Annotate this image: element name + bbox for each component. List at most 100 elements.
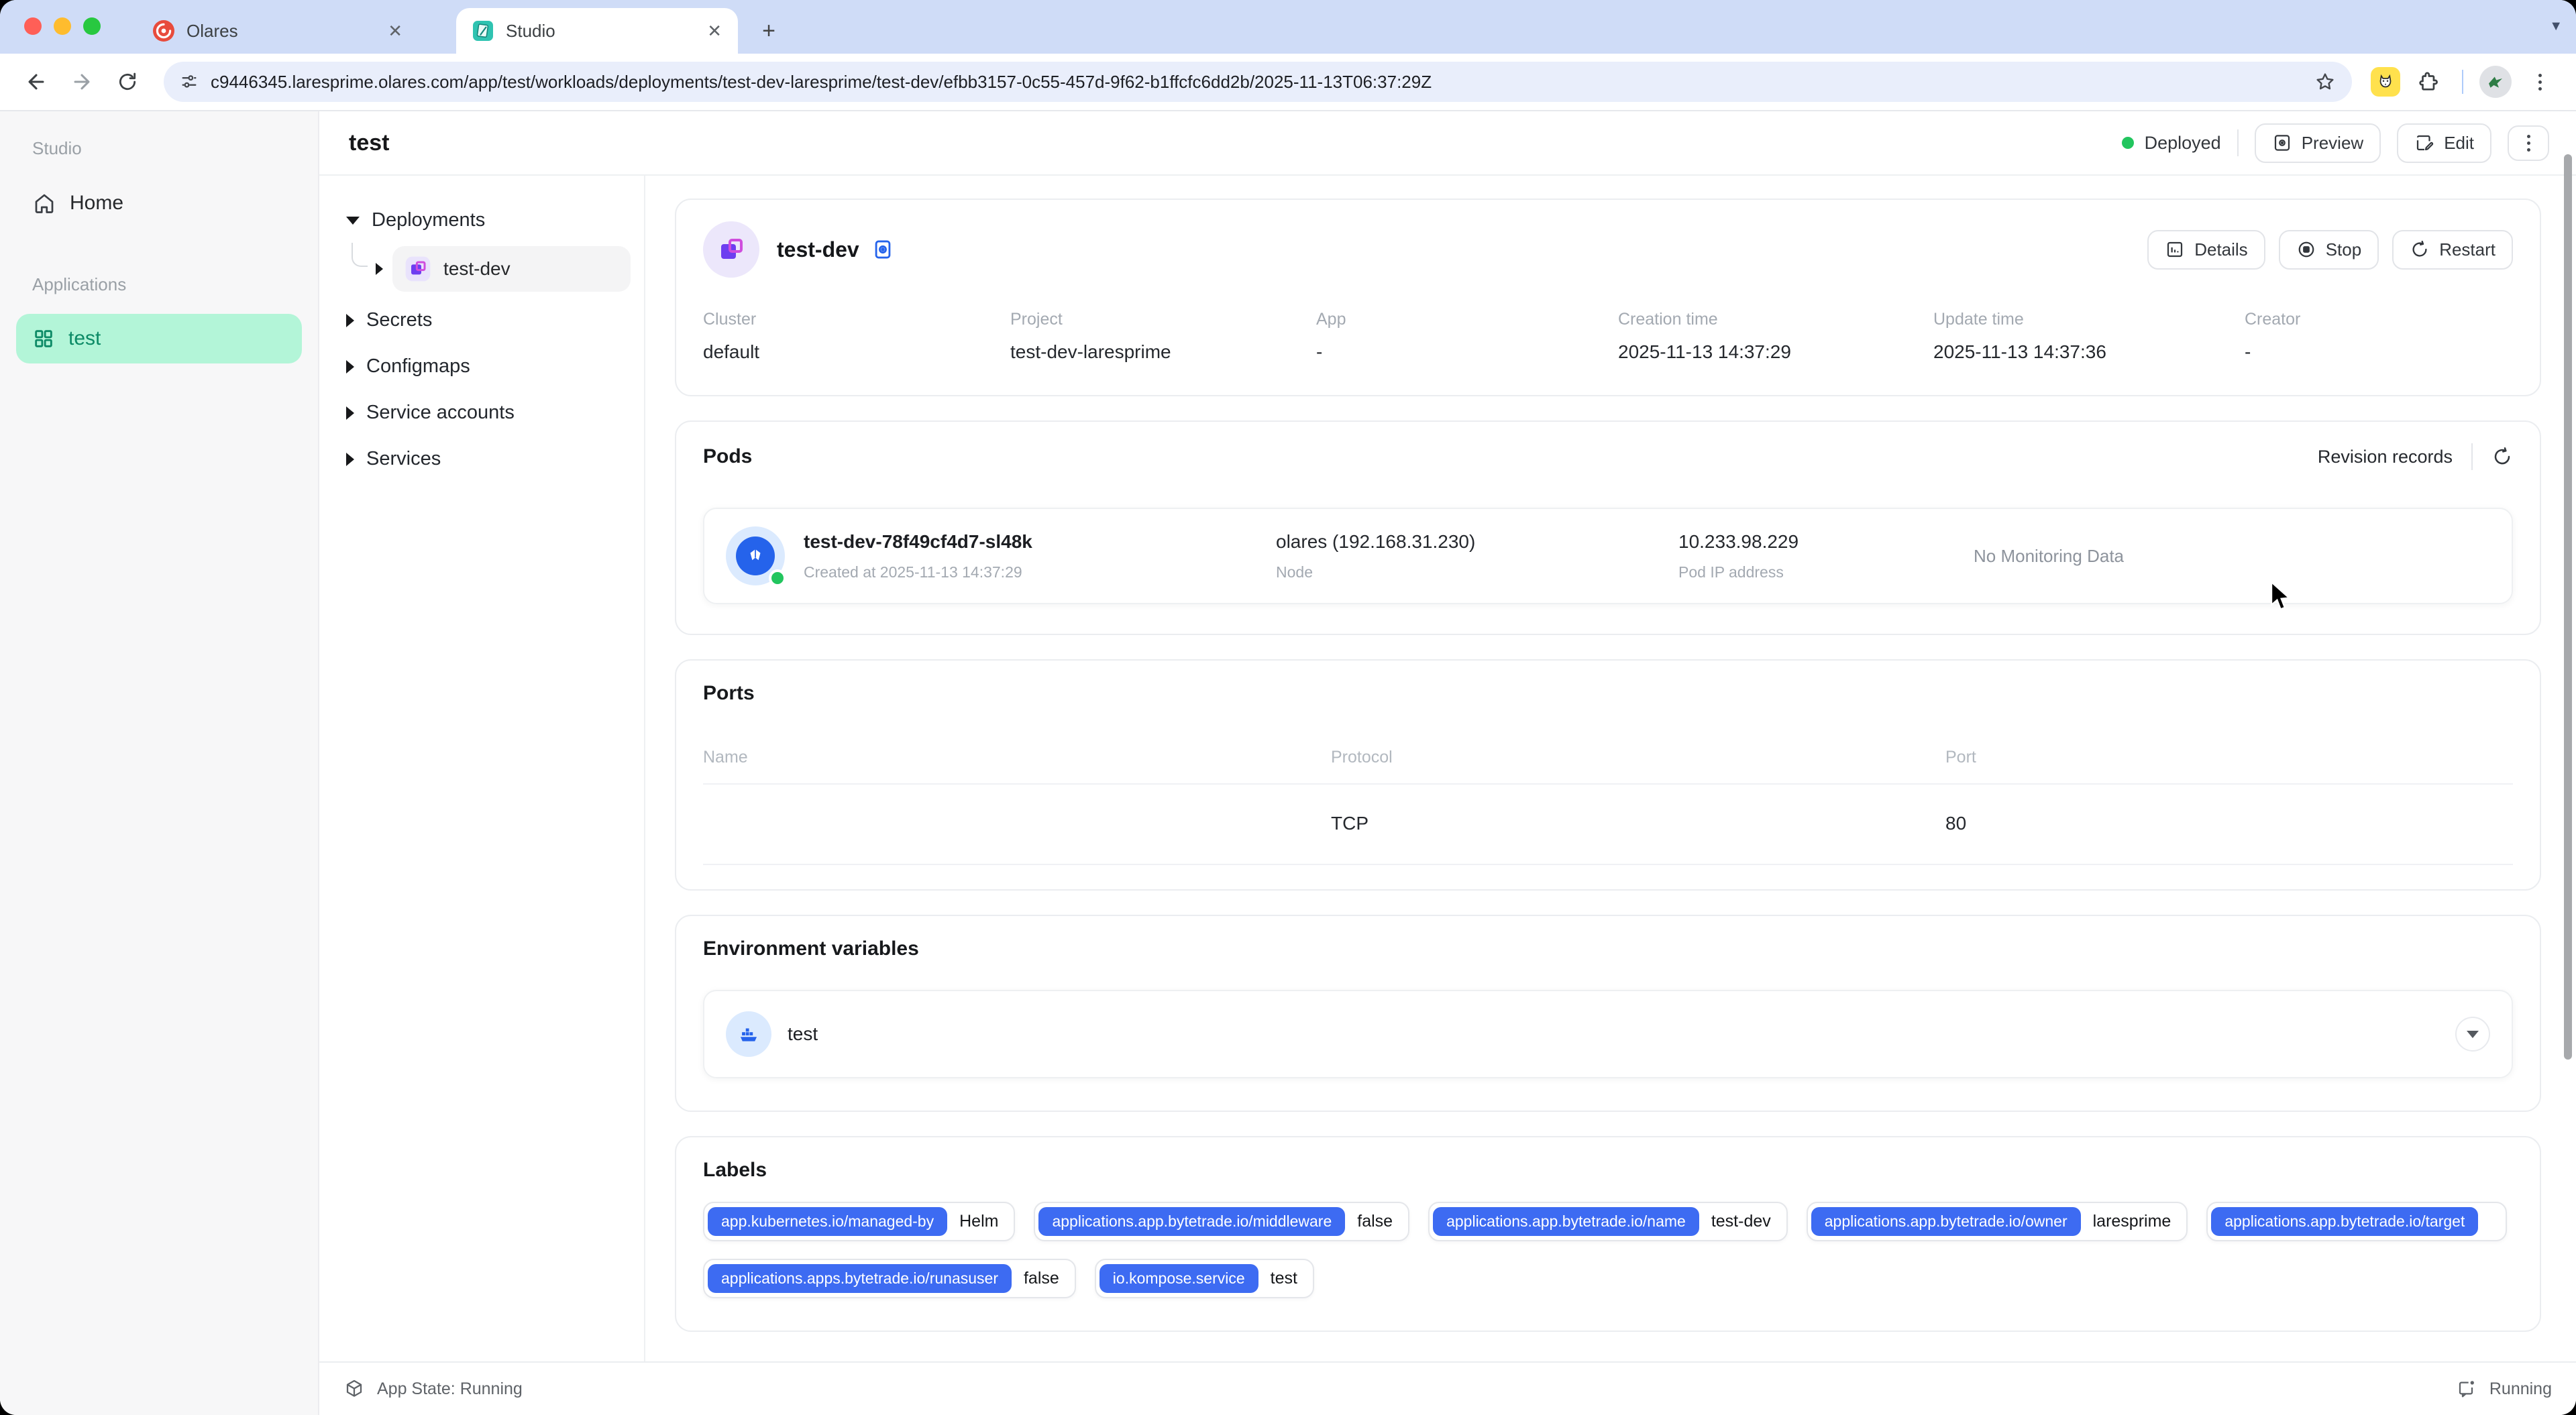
scrollbar-thumb[interactable] <box>2564 154 2572 1060</box>
monitor-preview-icon[interactable] <box>871 238 894 261</box>
tree-item-test-dev[interactable]: test-dev <box>392 246 631 292</box>
meta-value: 2025-11-13 14:37:36 <box>1933 341 2245 363</box>
forward-icon[interactable] <box>64 64 99 99</box>
extension-dog-icon[interactable] <box>2371 67 2400 97</box>
tab-bar: Olares ✕ Studio ✕ + ▼ <box>0 0 2576 54</box>
deployment-app-icon <box>405 256 431 282</box>
sidebar-item-test-app[interactable]: test <box>16 314 302 363</box>
label-chip: app.kubernetes.io/managed-byHelm <box>703 1202 1015 1241</box>
pod-monitoring-status: No Monitoring Data <box>1974 546 2124 567</box>
meta-label: Cluster <box>703 310 1010 329</box>
mouse-cursor <box>2270 581 2293 613</box>
pod-created: Created at 2025-11-13 14:37:29 <box>804 563 1276 581</box>
deployment-app-icon <box>715 233 747 266</box>
deployment-avatar <box>703 221 759 278</box>
tab-title: Studio <box>506 21 695 42</box>
tree-item-services[interactable]: Services <box>335 436 631 482</box>
caret-right-icon[interactable] <box>346 314 354 327</box>
tree-item-deployments[interactable]: Deployments <box>335 197 631 243</box>
close-tab-icon[interactable]: ✕ <box>388 22 402 40</box>
labels-title: Labels <box>703 1159 767 1182</box>
preview-button[interactable]: Preview <box>2255 123 2381 163</box>
restart-button[interactable]: Restart <box>2392 230 2513 270</box>
url-text[interactable]: c9446345.laresprime.olares.com/app/test/… <box>211 72 2302 93</box>
sidebar-item-label: test <box>68 327 101 350</box>
chip-value: test-dev <box>1699 1206 1783 1237</box>
olares-favicon <box>153 20 174 42</box>
address-bar[interactable]: c9446345.laresprime.olares.com/app/test/… <box>164 62 2352 102</box>
col-name: Name <box>703 748 1331 767</box>
tree-item-configmaps[interactable]: Configmaps <box>335 343 631 390</box>
cube-icon <box>343 1378 365 1400</box>
extensions-puzzle-icon[interactable] <box>2411 64 2446 99</box>
close-tab-icon[interactable]: ✕ <box>707 22 722 40</box>
site-settings-icon[interactable] <box>180 72 199 91</box>
tree-item-service-accounts[interactable]: Service accounts <box>335 390 631 436</box>
chip-value <box>2478 1216 2502 1227</box>
meta-label: Update time <box>1933 310 2245 329</box>
chip-key: applications.app.bytetrade.io/name <box>1433 1207 1699 1236</box>
tab-studio[interactable]: Studio ✕ <box>456 8 738 54</box>
ports-title: Ports <box>703 682 755 705</box>
back-icon[interactable] <box>19 64 54 99</box>
col-protocol: Protocol <box>1331 748 1945 767</box>
minimize-window-button[interactable] <box>54 17 71 35</box>
tab-olares[interactable]: Olares ✕ <box>137 8 419 54</box>
edit-label: Edit <box>2444 133 2474 154</box>
caret-down-icon[interactable] <box>346 217 360 225</box>
browser-menu-kebab-icon[interactable] <box>2522 64 2557 99</box>
more-actions-kebab-icon[interactable] <box>2508 125 2549 161</box>
chip-key: applications.app.bytetrade.io/middleware <box>1038 1207 1345 1236</box>
meta-value: default <box>703 341 1010 363</box>
caret-right-icon[interactable] <box>376 263 383 275</box>
chip-key: applications.app.bytetrade.io/owner <box>1811 1207 2081 1236</box>
tree-label: Deployments <box>372 209 485 231</box>
pod-avatar <box>726 526 785 585</box>
stop-label: Stop <box>2326 239 2362 260</box>
resource-tree: Deployments test-dev <box>319 176 645 1361</box>
new-tab-button[interactable]: + <box>751 13 786 48</box>
screen: Olares ✕ Studio ✕ + ▼ <box>0 0 2576 1415</box>
macos-traffic-lights[interactable] <box>24 17 101 35</box>
caret-right-icon[interactable] <box>346 453 354 466</box>
env-container-row[interactable]: test <box>703 990 2513 1078</box>
caret-right-icon[interactable] <box>346 406 354 420</box>
pod-icon <box>745 546 765 566</box>
port-protocol: TCP <box>1331 813 1945 834</box>
revision-records-link[interactable]: Revision records <box>2318 447 2453 467</box>
page-header: test Deployed Preview <box>319 111 2576 176</box>
zoom-window-button[interactable] <box>83 17 101 35</box>
close-window-button[interactable] <box>24 17 42 35</box>
restart-icon <box>2410 239 2430 260</box>
edit-button[interactable]: Edit <box>2397 123 2491 163</box>
profile-avatar[interactable] <box>2479 66 2512 98</box>
tree-label: Services <box>366 448 441 470</box>
deployment-overview-card: test-dev Details <box>675 199 2541 396</box>
refresh-icon[interactable] <box>2491 446 2513 467</box>
label-chips: app.kubernetes.io/managed-byHelm applica… <box>703 1202 2513 1298</box>
chip-key: applications.apps.bytetrade.io/runasuser <box>708 1264 1012 1293</box>
tab-search-chevron-icon[interactable]: ▼ <box>2549 19 2563 34</box>
sidebar-item-home[interactable]: Home <box>16 178 302 229</box>
ports-table-header: Name Protocol Port <box>703 748 2513 767</box>
reload-icon[interactable] <box>110 64 145 99</box>
tree-item-secrets[interactable]: Secrets <box>335 297 631 343</box>
tree-label: Configmaps <box>366 355 470 378</box>
details-button[interactable]: Details <box>2147 230 2265 270</box>
status-right[interactable]: Running <box>2456 1378 2552 1400</box>
meta-value: - <box>2245 341 2513 363</box>
tree-label: Service accounts <box>366 402 515 424</box>
caret-right-icon[interactable] <box>346 360 354 374</box>
bookmark-star-icon[interactable] <box>2314 71 2336 93</box>
home-icon <box>32 191 56 215</box>
browser-toolbar: c9446345.laresprime.olares.com/app/test/… <box>0 54 2576 111</box>
sidebar-section-label: Studio <box>32 138 302 159</box>
container-name: test <box>788 1023 818 1045</box>
expand-chevron-button[interactable] <box>2455 1017 2490 1052</box>
sidebar-item-label: Home <box>70 192 123 215</box>
studio-app: Studio Home Applications test test <box>0 111 2576 1415</box>
environment-variables-card: Environment variables test <box>675 915 2541 1112</box>
pod-row[interactable]: test-dev-78f49cf4d7-sl48k Created at 202… <box>703 508 2513 604</box>
pod-status-dot <box>769 569 786 587</box>
stop-button[interactable]: Stop <box>2279 230 2379 270</box>
